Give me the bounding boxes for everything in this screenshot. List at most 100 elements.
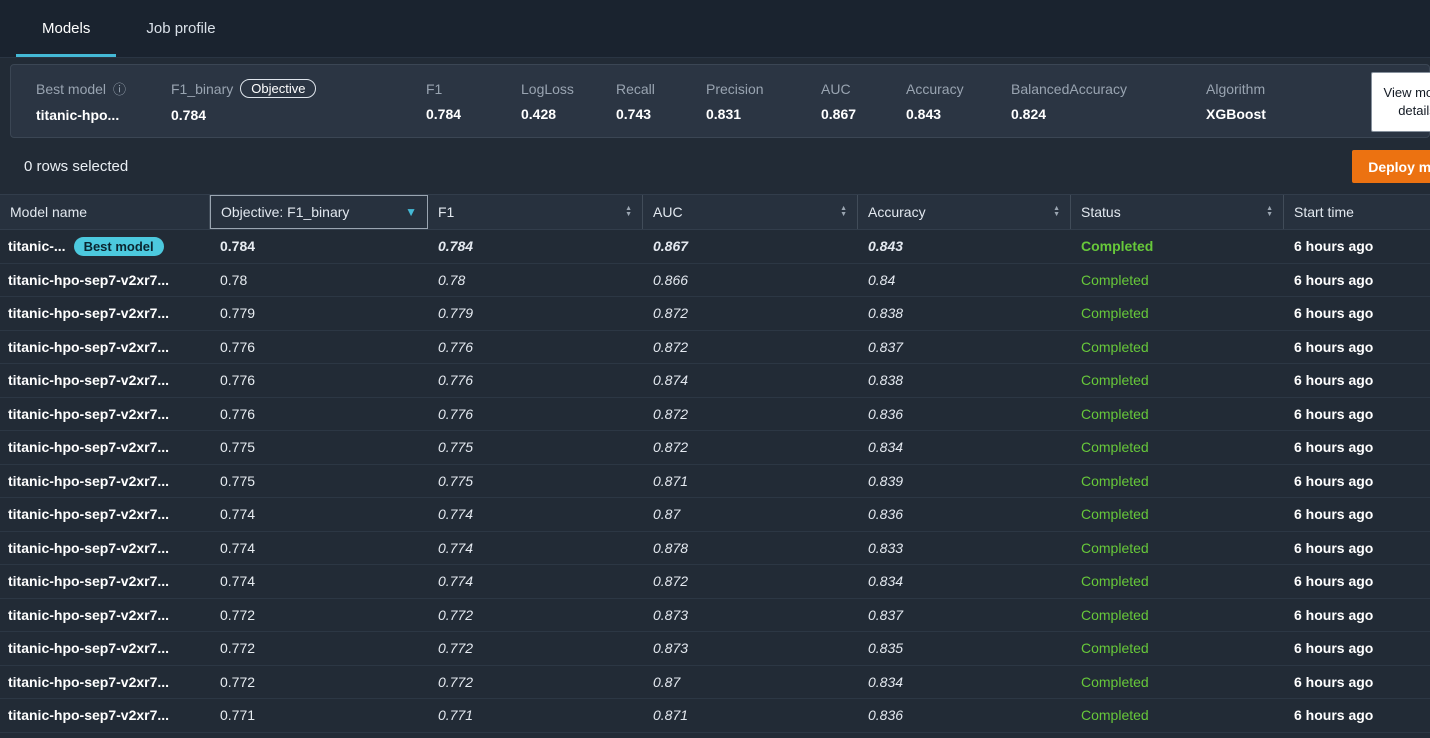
metric-value: 0.867 [821, 105, 857, 122]
cell-f1: 0.775 [438, 439, 474, 456]
cell-status: Completed [1081, 673, 1149, 690]
cell-start-time: 6 hours ago [1294, 640, 1374, 657]
rows-selected-label: 0 rows selected [24, 157, 129, 175]
sort-icon: ▲ ▼ [1053, 205, 1060, 218]
cell-model-name[interactable]: titanic-hpo-sep7-v2xr7... [0, 699, 210, 732]
metric-value: titanic-hpo... [36, 107, 120, 123]
table-row[interactable]: titanic-hpo-sep7-v2xr7... 0.775 0.775 0.871… [0, 465, 1430, 498]
view-model-details-button[interactable]: View model details [1371, 72, 1430, 132]
metric-value: 0.843 [906, 105, 942, 122]
cell-f1: 0.774 [438, 539, 474, 556]
cell-model-name[interactable]: titanic-hpo-sep7-v2xr7... [0, 331, 210, 364]
column-header-f1[interactable]: F1 ▲ ▼ [428, 195, 643, 229]
metric-label-text: AUC [821, 80, 851, 97]
cell-start-time: 6 hours ago [1294, 238, 1374, 255]
sort-icon: ▲ ▼ [1266, 205, 1273, 218]
metric-label-text: Recall [616, 80, 655, 97]
cell-model-name[interactable]: titanic-hpo-sep7-v2xr7... [0, 666, 210, 699]
cell-model-name[interactable]: titanic-hpo-sep7-v2xr7... [0, 532, 210, 565]
table-row[interactable]: titanic-hpo-sep7-v2xr7... 0.774 0.774 0.872… [0, 565, 1430, 599]
table-row[interactable]: titanic-hpo-sep7-v2xr7... 0.776 0.776 0.874… [0, 364, 1430, 398]
cell-model-name[interactable]: titanic-hpo-sep7-v2xr7... [0, 364, 210, 397]
cell-auc: 0.873 [653, 606, 689, 623]
best-model-summary-bar: Best model ⓘ titanic-hpo... F1_binary Object… [10, 64, 1430, 138]
tab-job-profile-label: Job profile [146, 20, 216, 37]
cell-accuracy: 0.835 [868, 640, 904, 657]
metric-value: 0.428 [521, 105, 557, 122]
cell-accuracy: 0.84 [868, 271, 896, 288]
cell-model-name[interactable]: titanic-hpo-sep7-v2xr7... [0, 498, 210, 531]
cell-auc: 0.872 [653, 573, 689, 590]
table-row[interactable]: titanic-... Best model 0.784 0.784 0.867 0.84… [0, 230, 1430, 264]
table-row[interactable]: titanic-hpo-sep7-v2xr7... 0.775 0.775 0.872… [0, 431, 1430, 465]
cell-f1: 0.772 [438, 673, 474, 690]
cell-status: Completed [1081, 573, 1149, 590]
table-row[interactable]: titanic-hpo-sep7-v2xr7... 0.774 0.774 0.878… [0, 532, 1430, 565]
sort-icon: ▲ ▼ [625, 205, 632, 218]
cell-objective: 0.774 [220, 573, 256, 590]
tab-models-label: Models [42, 20, 91, 37]
table-row[interactable]: titanic-hpo-sep7-v2xr7... 0.779 0.779 0.872… [0, 297, 1430, 331]
cell-model-name[interactable]: titanic-hpo-sep7-v2xr7... [0, 565, 210, 598]
cell-model-name[interactable]: titanic-hpo-sep7-v2xr7... [0, 465, 210, 498]
cell-start-time: 6 hours ago [1294, 338, 1374, 355]
column-header-status[interactable]: Status ▲ ▼ [1071, 195, 1284, 229]
cell-f1: 0.776 [438, 338, 474, 355]
cell-model-name[interactable]: titanic-hpo-sep7-v2xr7... [0, 431, 210, 464]
column-header-accuracy[interactable]: Accuracy ▲ ▼ [858, 195, 1071, 229]
tab-job-profile[interactable]: Job profile [118, 0, 243, 57]
cell-model-name[interactable]: titanic-hpo-sep7-v2xr7... [0, 632, 210, 665]
metric-precision: Precision 0.831 [706, 81, 821, 122]
metric-label-text: F1 [426, 80, 443, 97]
cell-status: Completed [1081, 238, 1154, 255]
metric-label-text: LogLoss [521, 80, 574, 97]
table-row[interactable]: titanic-hpo-sep7-v2xr7... 0.772 0.772 0.873… [0, 632, 1430, 666]
cell-auc: 0.872 [653, 439, 689, 456]
cell-auc: 0.872 [653, 305, 689, 322]
cell-accuracy: 0.836 [868, 707, 904, 724]
cell-model-name[interactable]: titanic-hpo-sep7-v2xr7... [0, 398, 210, 431]
cell-objective: 0.784 [220, 238, 256, 255]
cell-model-name[interactable]: titanic-... Best model [0, 230, 210, 263]
cell-objective: 0.78 [220, 271, 248, 288]
table-row[interactable]: titanic-hpo-sep7-v2xr7... 0.774 0.774 0.87 0… [0, 498, 1430, 532]
column-header-start-time: Start time [1294, 204, 1354, 220]
table-row[interactable]: titanic-hpo-sep7-v2xr7... 0.771 0.771 0.871… [0, 699, 1430, 733]
tab-models[interactable]: Models [14, 0, 118, 57]
table-row[interactable]: titanic-hpo-sep7-v2xr7... 0.776 0.776 0.872… [0, 331, 1430, 364]
deploy-model-button[interactable]: Deploy model [1352, 150, 1430, 183]
selection-bar: 0 rows selected Deploy model [0, 138, 1430, 194]
cell-accuracy: 0.834 [868, 573, 904, 590]
cell-model-name[interactable]: titanic-hpo-sep7-v2xr7... [0, 297, 210, 330]
cell-objective: 0.776 [220, 338, 256, 355]
cell-auc: 0.866 [653, 271, 689, 288]
cell-objective: 0.771 [220, 707, 256, 724]
table-row[interactable]: titanic-hpo-sep7-v2xr7... 0.78 0.78 0.866 0.… [0, 264, 1430, 297]
objective-badge: Objective [240, 79, 317, 98]
cell-objective: 0.774 [220, 506, 256, 523]
cell-accuracy: 0.838 [868, 305, 904, 322]
cell-start-time: 6 hours ago [1294, 573, 1374, 590]
cell-start-time: 6 hours ago [1294, 439, 1374, 456]
cell-model-name[interactable]: titanic-hpo-sep7-v2xr7... [0, 264, 210, 297]
cell-accuracy: 0.836 [868, 506, 904, 523]
cell-accuracy: 0.843 [868, 238, 904, 255]
table-row[interactable]: titanic-hpo-sep7-v2xr7... 0.776 0.776 0.872… [0, 398, 1430, 431]
cell-f1: 0.784 [438, 238, 474, 255]
cell-status: Completed [1081, 472, 1149, 489]
column-header-objective-f1-binary[interactable]: Objective: F1_binary ▼ [210, 195, 428, 229]
table-row[interactable]: titanic-hpo-sep7-v2xr7... 0.772 0.772 0.87 0… [0, 666, 1430, 699]
info-icon[interactable]: ⓘ [113, 79, 126, 98]
cell-auc: 0.87 [653, 673, 681, 690]
cell-status: Completed [1081, 506, 1149, 523]
cell-model-name[interactable]: titanic-hpo-sep7-v2xr7... [0, 599, 210, 632]
table-row[interactable]: titanic-hpo-sep7-v2xr7... 0.772 0.772 0.873… [0, 599, 1430, 632]
cell-start-time: 6 hours ago [1294, 372, 1374, 389]
table-body: titanic-... Best model 0.784 0.784 0.867 0.84… [0, 230, 1430, 733]
cell-f1: 0.774 [438, 506, 474, 523]
metric-recall: Recall 0.743 [616, 81, 706, 122]
cell-objective: 0.775 [220, 439, 256, 456]
cell-auc: 0.872 [653, 338, 689, 355]
column-header-auc[interactable]: AUC ▲ ▼ [643, 195, 858, 229]
metric-label-text: Accuracy [906, 80, 964, 97]
